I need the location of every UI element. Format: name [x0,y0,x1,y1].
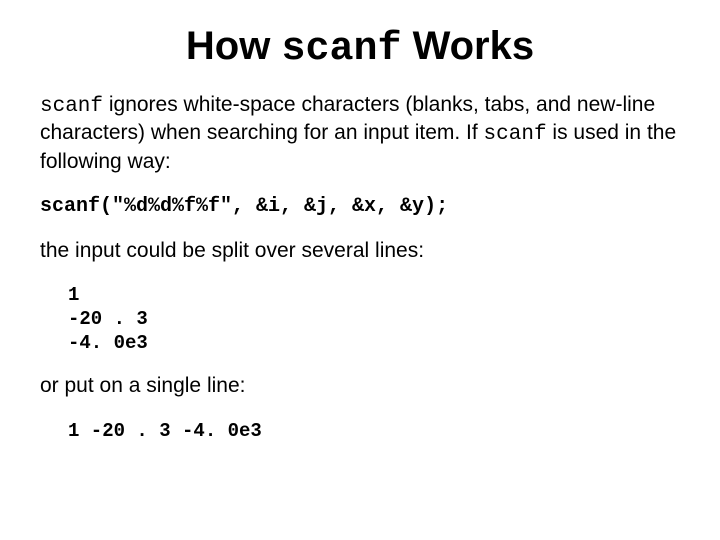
single-line-paragraph: or put on a single line: [40,373,680,399]
title-code: scanf [281,27,401,72]
slide: How scanf Works scanf ignores white-spac… [0,0,720,540]
title-text-2: Works [401,24,534,68]
scanf-keyword: scanf [40,95,103,118]
scanf-keyword: scanf [484,123,547,146]
scanf-call-code: scanf("%d%d%f%f", &i, &j, &x, &y); [40,195,680,218]
split-lines-paragraph: the input could be split over several li… [40,238,680,264]
single-line-input-example: 1 -20 . 3 -4. 0e3 [68,420,680,444]
intro-paragraph: scanf ignores white-space characters (bl… [40,92,680,175]
slide-title: How scanf Works [40,24,680,72]
multiline-input-example: 1 -20 . 3 -4. 0e3 [68,284,680,355]
title-text-1: How [186,24,282,68]
